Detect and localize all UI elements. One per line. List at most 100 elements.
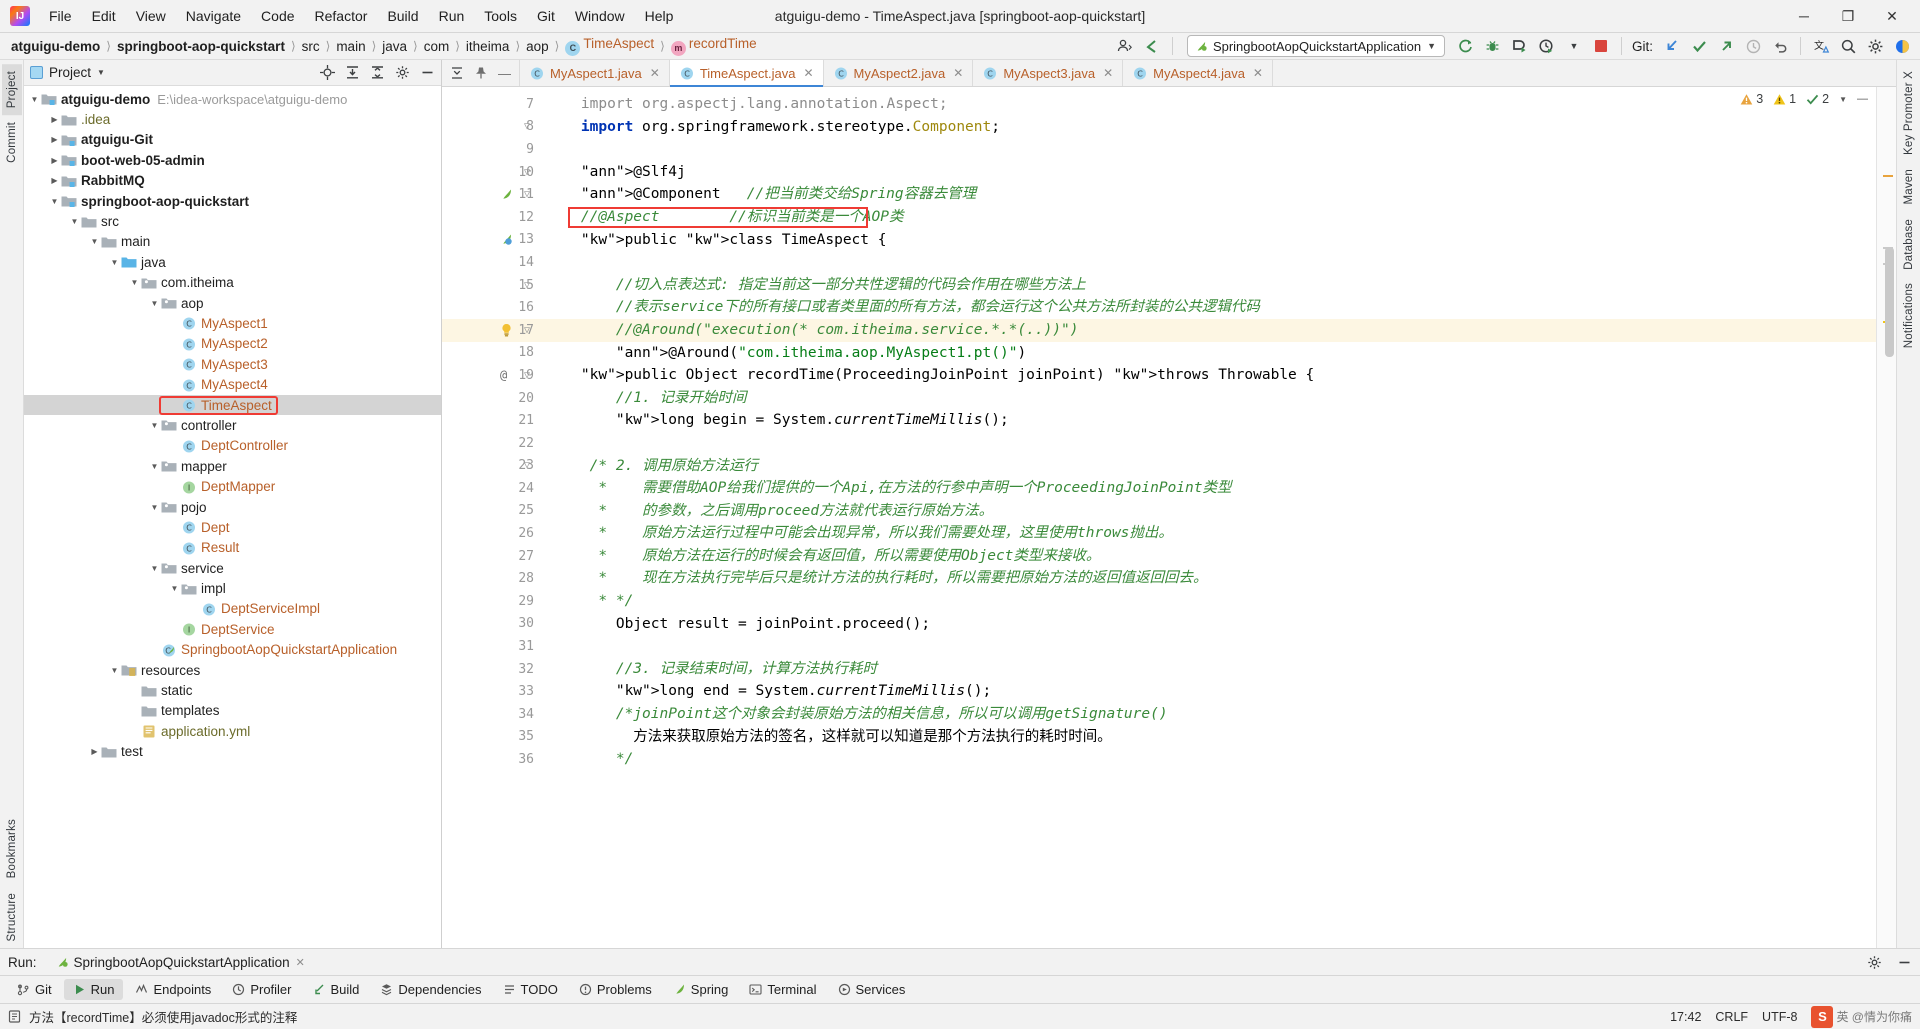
- profile-icon[interactable]: [1115, 36, 1135, 56]
- pin-icon[interactable]: [474, 66, 488, 80]
- code-line-36[interactable]: */: [538, 748, 1876, 771]
- code-line-28[interactable]: * 现在方法执行完毕后只是统计方法的执行耗时，所以需要把原始方法的返回值返回回去…: [538, 567, 1876, 590]
- code-line-26[interactable]: * 原始方法运行过程中可能会出现异常，所以我们需要处理，这里使用throws抛出…: [538, 522, 1876, 545]
- menu-navigate[interactable]: Navigate: [177, 4, 250, 28]
- tree-node-deptcontroller[interactable]: C DeptController: [24, 436, 441, 456]
- chevron-down-icon[interactable]: ▼: [68, 215, 81, 228]
- chevron-down-icon[interactable]: ▼: [108, 256, 121, 269]
- code-line-9[interactable]: [538, 138, 1876, 161]
- code-editor[interactable]: 7 8 ▽ 9 10 ▽ 11 ▽ 12 13 14 15 ▽ 16 17 ▽ 18 19 @ ▽ 20 21 22 23 ▽ 2…: [442, 87, 1896, 948]
- line-number-10[interactable]: 10 ▽: [442, 161, 538, 184]
- gutter-marker[interactable]: [500, 233, 540, 246]
- coverage-icon[interactable]: [1510, 36, 1530, 56]
- line-number-22[interactable]: 22: [442, 432, 538, 455]
- scrollbar-thumb[interactable]: [1885, 247, 1894, 357]
- line-number-21[interactable]: 21: [442, 409, 538, 432]
- tree-node-mapper[interactable]: ▼ mapper: [24, 456, 441, 476]
- menu-file[interactable]: File: [40, 4, 81, 28]
- tree-node-resources[interactable]: ▼ resources: [24, 660, 441, 680]
- chevron-down-icon[interactable]: ▼: [48, 195, 61, 208]
- code-line-16[interactable]: //表示service下的所有接口或者类里面的所有方法，都会运行这个公共方法所封…: [538, 296, 1876, 319]
- code-line-20[interactable]: //1. 记录开始时间: [538, 387, 1876, 410]
- chevron-down-icon[interactable]: ▼: [148, 501, 161, 514]
- toolwindow-services[interactable]: Services: [829, 979, 915, 1000]
- stop-icon[interactable]: [1591, 36, 1611, 56]
- close-icon[interactable]: ✕: [953, 66, 963, 80]
- editor-tab-myaspect2-java[interactable]: C MyAspect2.java ✕: [824, 60, 974, 86]
- code-line-33[interactable]: "kw">long end = System.currentTimeMillis…: [538, 680, 1876, 703]
- gutter-marker[interactable]: [500, 188, 540, 201]
- tree-node-impl[interactable]: ▼ impl: [24, 578, 441, 598]
- code-line-22[interactable]: [538, 432, 1876, 455]
- line-number-35[interactable]: 35: [442, 726, 538, 749]
- code-line-13[interactable]: "kw">public "kw">class TimeAspect {: [538, 229, 1876, 252]
- code-folding-icon[interactable]: ▽: [524, 189, 530, 200]
- tree-node-dept[interactable]: C Dept: [24, 517, 441, 537]
- tree-node-myaspect4[interactable]: C MyAspect4: [24, 374, 441, 394]
- chevron-down-icon[interactable]: ▼: [1564, 36, 1584, 56]
- chevron-right-icon[interactable]: ▶: [48, 174, 61, 187]
- code-line-11[interactable]: "ann">@Component //把当前类交给Spring容器去管理: [538, 183, 1876, 206]
- status-encoding[interactable]: UTF-8: [1762, 1010, 1797, 1024]
- tree-node-static[interactable]: static: [24, 680, 441, 700]
- collapse-all-icon[interactable]: [369, 65, 385, 81]
- line-number-29[interactable]: 29: [442, 590, 538, 613]
- code-line-34[interactable]: /*joinPoint这个对象会封装原始方法的相关信息，所以可以调用getSig…: [538, 703, 1876, 726]
- chevron-right-icon[interactable]: ▶: [48, 154, 61, 167]
- code-line-17-active[interactable]: //@Around("execution(* com.itheima.servi…: [538, 318, 1876, 342]
- analysis-scrollbar[interactable]: [1876, 87, 1896, 948]
- editor-tab-myaspect3-java[interactable]: C MyAspect3.java ✕: [973, 60, 1124, 86]
- chevron-down-icon[interactable]: ▼: [148, 460, 161, 473]
- close-icon[interactable]: ✕: [1103, 66, 1113, 80]
- git-push-icon[interactable]: [1716, 36, 1736, 56]
- menu-help[interactable]: Help: [636, 4, 683, 28]
- search-icon[interactable]: [1838, 36, 1858, 56]
- tree-node-aop[interactable]: ▼ aop: [24, 293, 441, 313]
- chevron-down-icon[interactable]: ▼: [148, 297, 161, 310]
- menu-window[interactable]: Window: [566, 4, 634, 28]
- line-number-27[interactable]: 27: [442, 545, 538, 568]
- breadcrumb-item-class[interactable]: C TimeAspect: [560, 35, 659, 57]
- breadcrumb-item-2[interactable]: src: [297, 38, 325, 55]
- tree-node-timeaspect[interactable]: C TimeAspect: [24, 394, 441, 416]
- line-number-7[interactable]: 7: [442, 93, 538, 116]
- project-tree[interactable]: ▼ atguigu-demo E:\idea-workspace\atguigu-d…: [24, 86, 441, 948]
- code-line-24[interactable]: * 需要借助AOP给我们提供的一个Api,在方法的行参中声明一个Proceedi…: [538, 477, 1876, 500]
- code-line-18[interactable]: "ann">@Around("com.itheima.aop.MyAspect1…: [538, 342, 1876, 365]
- toolwindow-endpoints[interactable]: Endpoints: [126, 979, 220, 1000]
- chevron-right-icon[interactable]: ▶: [88, 745, 101, 758]
- line-number-17[interactable]: 17 ▽: [442, 318, 538, 342]
- code-line-32[interactable]: //3. 记录结束时间，计算方法执行耗时: [538, 658, 1876, 681]
- line-number-18[interactable]: 18: [442, 342, 538, 365]
- settings-icon[interactable]: [394, 65, 410, 81]
- code-line-14[interactable]: [538, 251, 1876, 274]
- rail-tab-project[interactable]: Project: [1, 64, 22, 116]
- chevron-right-icon[interactable]: ▶: [48, 133, 61, 146]
- tree-node-myaspect2[interactable]: C MyAspect2: [24, 334, 441, 354]
- tree-node-result[interactable]: C Result: [24, 538, 441, 558]
- error-count[interactable]: 3: [1740, 92, 1763, 106]
- tree-node-springboot-aop-quickstart[interactable]: ▼ springboot-aop-quickstart: [24, 191, 441, 211]
- breadcrumb-item-0[interactable]: atguigu-demo: [6, 38, 105, 55]
- check-count[interactable]: 2: [1806, 92, 1829, 106]
- line-number-9[interactable]: 9: [442, 138, 538, 161]
- tree-node-myaspect3[interactable]: C MyAspect3: [24, 354, 441, 374]
- tree-node-service[interactable]: ▼ service: [24, 558, 441, 578]
- tree-node-controller[interactable]: ▼ controller: [24, 415, 441, 435]
- debug-icon[interactable]: [1483, 36, 1503, 56]
- tree-node-application-yml[interactable]: application.yml: [24, 721, 441, 741]
- settings-icon[interactable]: [1866, 954, 1882, 970]
- close-icon[interactable]: ✕: [650, 66, 660, 80]
- line-number-25[interactable]: 25: [442, 500, 538, 523]
- breadcrumb-item-5[interactable]: com: [419, 38, 455, 55]
- tree-node-myaspect1[interactable]: C MyAspect1: [24, 313, 441, 333]
- line-number-26[interactable]: 26: [442, 522, 538, 545]
- run-configuration-selector[interactable]: SpringbootAopQuickstartApplication ▼: [1186, 35, 1445, 57]
- line-number-34[interactable]: 34: [442, 703, 538, 726]
- line-number-15[interactable]: 15 ▽: [442, 274, 538, 297]
- tree-node-atguigu-git[interactable]: ▶ atguigu-Git: [24, 130, 441, 150]
- tree-node-pojo[interactable]: ▼ pojo: [24, 497, 441, 517]
- code-line-15[interactable]: //切入点表达式: 指定当前这一部分共性逻辑的代码会作用在哪些方法上: [538, 274, 1876, 297]
- rerun-icon[interactable]: [1456, 36, 1476, 56]
- chevron-right-icon[interactable]: ▶: [48, 113, 61, 126]
